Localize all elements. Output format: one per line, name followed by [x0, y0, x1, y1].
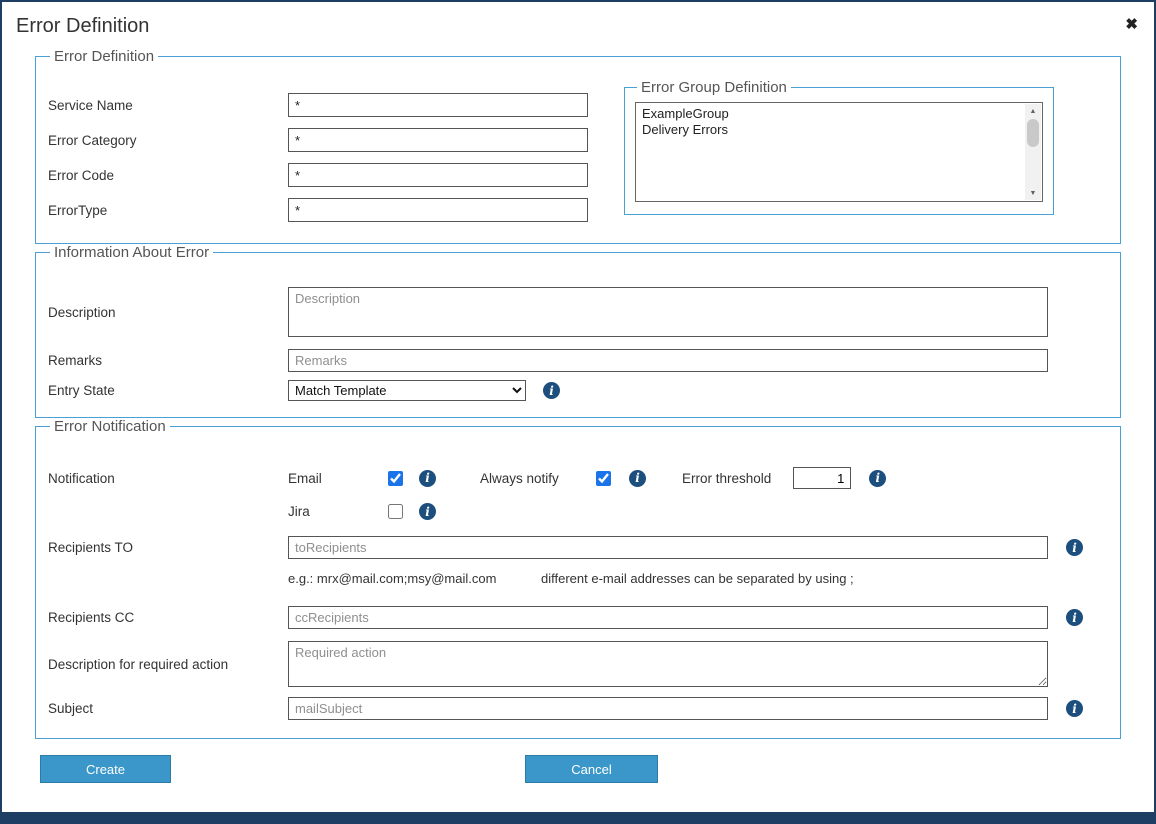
- always-notify-label: Always notify: [480, 471, 596, 486]
- description-label: Description: [48, 305, 288, 320]
- error-definition-dialog: Error Definition ✖ Error Definition Serv…: [0, 0, 1156, 824]
- section-error-notification-legend: Error Notification: [50, 418, 170, 435]
- jira-info-icon[interactable]: i: [419, 503, 436, 520]
- recipients-cc-info-icon[interactable]: i: [1066, 609, 1083, 626]
- remarks-input[interactable]: [288, 349, 1048, 372]
- dialog-buttons: Create Cancel: [2, 755, 1154, 785]
- remarks-row: Remarks: [48, 349, 1108, 372]
- dialog-title: Error Definition: [16, 15, 149, 37]
- jira-checkbox[interactable]: [388, 504, 403, 519]
- scroll-down-icon[interactable]: ▼: [1025, 186, 1041, 200]
- section-error-definition-legend: Error Definition: [50, 48, 158, 65]
- recipients-to-row: Recipients TO i: [48, 536, 1108, 559]
- email-info-icon[interactable]: i: [419, 470, 436, 487]
- error-code-row: Error Code: [48, 163, 604, 187]
- required-action-row: Description for required action: [48, 641, 1108, 687]
- entry-state-row: Entry State Match Template i: [48, 380, 1108, 401]
- required-action-label: Description for required action: [48, 657, 288, 672]
- error-category-row: Error Category: [48, 128, 604, 152]
- entry-state-label: Entry State: [48, 383, 288, 398]
- service-name-label: Service Name: [48, 98, 288, 113]
- recipients-cc-input[interactable]: [288, 606, 1048, 629]
- error-category-input[interactable]: [288, 128, 588, 152]
- error-category-label: Error Category: [48, 133, 288, 148]
- error-group-definition: Error Group Definition ExampleGroup Deli…: [624, 79, 1054, 215]
- email-hint-example: e.g.: mrx@mail.com;msy@mail.com: [288, 571, 541, 586]
- email-hint-note: different e-mail addresses can be separa…: [541, 571, 854, 586]
- error-type-label: ErrorType: [48, 203, 288, 218]
- error-code-label: Error Code: [48, 168, 288, 183]
- recipients-cc-row: Recipients CC i: [48, 606, 1108, 629]
- subject-input[interactable]: [288, 697, 1048, 720]
- section-information-legend: Information About Error: [50, 244, 213, 261]
- jira-label: Jira: [288, 504, 388, 519]
- cancel-button[interactable]: Cancel: [525, 755, 658, 783]
- always-notify-checkbox[interactable]: [596, 471, 611, 486]
- recipients-to-label: Recipients TO: [48, 540, 288, 555]
- entry-state-select[interactable]: Match Template: [288, 380, 526, 401]
- error-type-input[interactable]: [288, 198, 588, 222]
- error-group-listbox[interactable]: ExampleGroup Delivery Errors ▲ ▼: [635, 102, 1043, 202]
- error-threshold-input[interactable]: [793, 467, 851, 489]
- create-button[interactable]: Create: [40, 755, 171, 783]
- form-sections: Error Definition Service Name Error Cate…: [35, 48, 1121, 739]
- error-type-row: ErrorType: [48, 198, 604, 222]
- required-action-textarea[interactable]: [288, 641, 1048, 687]
- scrollbar-thumb[interactable]: [1027, 119, 1039, 147]
- error-group-definition-legend: Error Group Definition: [637, 79, 791, 96]
- notification-row: Notification Email i Always notify i Err…: [48, 467, 1108, 489]
- description-row: Description: [48, 287, 1108, 337]
- recipients-cc-label: Recipients CC: [48, 610, 288, 625]
- notification-label: Notification: [48, 471, 288, 486]
- section-information-about-error: Information About Error Description Rema…: [35, 244, 1121, 418]
- description-textarea[interactable]: [288, 287, 1048, 337]
- error-code-input[interactable]: [288, 163, 588, 187]
- scroll-up-icon[interactable]: ▲: [1025, 104, 1041, 118]
- recipients-to-info-icon[interactable]: i: [1066, 539, 1083, 556]
- recipients-to-input[interactable]: [288, 536, 1048, 559]
- error-group-option[interactable]: ExampleGroup: [642, 106, 1020, 122]
- listbox-scrollbar[interactable]: ▲ ▼: [1025, 104, 1041, 200]
- dialog-header: Error Definition ✖: [2, 2, 1154, 48]
- section-error-notification: Error Notification Notification Email i …: [35, 418, 1121, 739]
- close-icon[interactable]: ✖: [1125, 17, 1138, 32]
- entry-state-info-icon[interactable]: i: [543, 382, 560, 399]
- email-checkbox[interactable]: [388, 471, 403, 486]
- email-hint-row: e.g.: mrx@mail.com;msy@mail.com differen…: [48, 571, 1108, 586]
- subject-label: Subject: [48, 701, 288, 716]
- email-label: Email: [288, 471, 388, 486]
- error-threshold-info-icon[interactable]: i: [869, 470, 886, 487]
- error-group-option[interactable]: Delivery Errors: [642, 122, 1020, 138]
- always-notify-info-icon[interactable]: i: [629, 470, 646, 487]
- section-error-definition: Error Definition Service Name Error Cate…: [35, 48, 1121, 244]
- error-definition-fields: Service Name Error Category Error Code E…: [48, 69, 604, 233]
- error-threshold-label: Error threshold: [682, 471, 771, 486]
- jira-row: Jira i: [48, 503, 1108, 520]
- subject-info-icon[interactable]: i: [1066, 700, 1083, 717]
- service-name-row: Service Name: [48, 93, 604, 117]
- service-name-input[interactable]: [288, 93, 588, 117]
- remarks-label: Remarks: [48, 353, 288, 368]
- subject-row: Subject i: [48, 697, 1108, 720]
